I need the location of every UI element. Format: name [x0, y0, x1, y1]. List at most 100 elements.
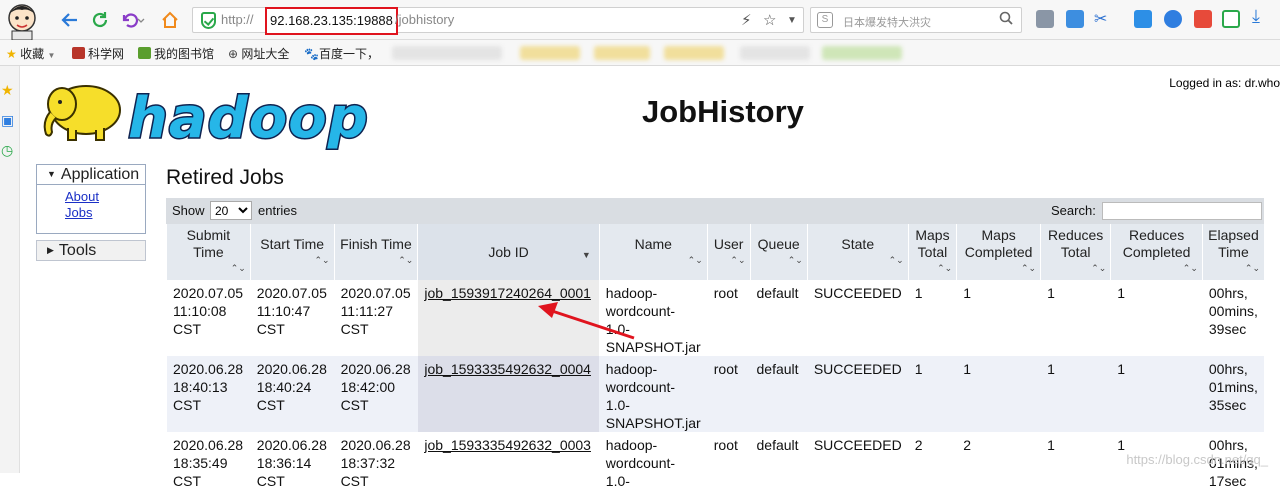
- page-size-select[interactable]: 20: [210, 201, 252, 220]
- entries-label: entries: [258, 203, 298, 218]
- sort-icon: ⌃⌄: [937, 263, 953, 273]
- translate-extension-icon[interactable]: [1066, 10, 1084, 28]
- favorites-star-icon[interactable]: ★: [1, 82, 14, 99]
- bookmarks-bar: ★ 收藏 ▼ 科学网 我的图书馆 ⊕ 网址大全 🐾百度一下，: [0, 40, 1280, 66]
- cell-job-id: job_1593917240264_0001: [417, 280, 600, 356]
- sort-icon: ⌃⌄: [1091, 263, 1107, 273]
- sort-icon: ⌃⌄: [687, 254, 703, 265]
- cell-line: 00mins,: [1208, 303, 1258, 319]
- search-input[interactable]: 日本爆发特大洪灾: [843, 14, 931, 30]
- cell-line: 18:37:32: [340, 455, 396, 471]
- cell-start-time: 2020.06.28 18:40:24 CST: [250, 356, 335, 432]
- cell-line: CST: [173, 473, 201, 489]
- undo-icon[interactable]: [118, 8, 148, 32]
- cell-line: hadoop-: [605, 437, 658, 453]
- bookmark-star-icon[interactable]: ☆: [763, 11, 776, 29]
- bookmark-baidu[interactable]: 🐾百度一下，: [304, 45, 379, 62]
- cell-reduces-completed: 1: [1110, 280, 1203, 356]
- jobs-table: Submit Time ⌃⌄ Start Time ⌃⌄ Finish Time ⌃⌄…: [166, 224, 1264, 490]
- logged-in-label: Logged in as: dr.who: [1169, 76, 1280, 90]
- cell-user: root: [707, 432, 751, 490]
- table-search-input[interactable]: [1102, 202, 1262, 220]
- col-maps-completed[interactable]: Maps Completed ⌃⌄: [956, 224, 1041, 280]
- refresh-icon[interactable]: [88, 8, 112, 32]
- cell-state: SUCCEEDED: [807, 432, 909, 490]
- download-manager-icon[interactable]: [1036, 10, 1054, 28]
- lightning-icon[interactable]: ⚡: [741, 11, 752, 29]
- history-clock-icon[interactable]: ◷: [1, 142, 13, 159]
- sort-icon: ⌃⌄: [888, 254, 904, 265]
- col-maps-total[interactable]: Maps Total ⌃⌄: [907, 224, 957, 280]
- blurred-bookmark: [664, 46, 724, 60]
- col-queue[interactable]: Queue ⌃⌄: [749, 224, 808, 280]
- triangle-down-icon: ▼: [47, 169, 56, 179]
- cell-maps-completed: 1: [956, 280, 1041, 356]
- cell-finish-time: 2020.06.28 18:37:32 CST: [334, 432, 418, 490]
- col-name[interactable]: Name ⌃⌄: [598, 224, 708, 280]
- table-controls: Show 20 entries Search:: [166, 198, 1264, 224]
- download-icon[interactable]: ⤓: [1252, 6, 1270, 26]
- col-reduces-total[interactable]: Reduces Total ⌃⌄: [1040, 224, 1111, 280]
- nav-link-about[interactable]: About: [65, 189, 145, 205]
- sort-icon: ⌃⌄: [1244, 263, 1260, 273]
- search-box[interactable]: S 日本爆发特大洪灾: [810, 7, 1022, 33]
- job-id-link[interactable]: job_1593335492632_0003: [424, 437, 591, 453]
- sort-icon: ⌃⌄: [398, 254, 414, 265]
- col-start-time[interactable]: Start Time ⌃⌄: [249, 224, 335, 280]
- browser-toolbar: http:// 92.168.23.135:19888 /jobhistory …: [0, 0, 1280, 40]
- browser-sidebar: ★ ▣ ◷: [0, 66, 20, 473]
- baidu-icon: 🐾: [304, 47, 319, 61]
- cell-name: hadoop-wordcount- 1.0- SNAPSHOT.jar: [599, 280, 708, 356]
- cell-line: 18:36:14: [256, 455, 312, 471]
- cell-reduces-total: 1: [1040, 356, 1111, 432]
- cell-line: 39sec: [1208, 321, 1247, 337]
- job-id-link[interactable]: job_1593917240264_0001: [424, 285, 591, 301]
- cell-line: wordcount-: [605, 455, 676, 471]
- blurred-bookmark: [740, 46, 810, 60]
- col-finish-time[interactable]: Finish Time ⌃⌄: [333, 224, 418, 280]
- home-icon[interactable]: [158, 8, 182, 32]
- cell-line: CST: [173, 397, 201, 413]
- cell-reduces-total: 1: [1040, 432, 1111, 490]
- back-icon[interactable]: [58, 8, 82, 32]
- col-submit-time[interactable]: Submit Time ⌃⌄: [166, 224, 251, 280]
- cell-reduces-total: 1: [1040, 280, 1111, 356]
- reading-icon[interactable]: ▣: [1, 112, 14, 129]
- cell-queue: default: [750, 432, 808, 490]
- cell-line: SNAPSHOT.jar: [605, 339, 701, 355]
- cell-line: 11:10:47: [256, 303, 311, 319]
- bookmark-site-directory[interactable]: ⊕ 网址大全: [228, 45, 289, 62]
- puzzle-extension-icon[interactable]: [1164, 10, 1182, 28]
- cell-user: root: [707, 356, 751, 432]
- red-extension-icon[interactable]: [1194, 10, 1212, 28]
- bookmark-kexuewang[interactable]: 科学网: [72, 45, 124, 62]
- cell-line: 1.0-: [605, 321, 630, 337]
- col-user[interactable]: User ⌃⌄: [706, 224, 751, 280]
- section-title: Retired Jobs: [166, 166, 284, 189]
- site-icon: [72, 47, 85, 59]
- scissors-icon[interactable]: ✂: [1094, 9, 1112, 28]
- col-state[interactable]: State ⌃⌄: [806, 224, 909, 280]
- col-job-id[interactable]: Job ID ▼: [417, 224, 600, 280]
- hadoop-logo-text: hadoop: [127, 85, 370, 153]
- bookmark-favorites[interactable]: ★ 收藏 ▼: [6, 45, 55, 62]
- col-reduces-completed[interactable]: Reduces Completed ⌃⌄: [1110, 224, 1203, 280]
- green-extension-icon[interactable]: [1222, 10, 1240, 28]
- bookmark-library[interactable]: 我的图书馆: [138, 45, 214, 62]
- search-icon[interactable]: [999, 11, 1013, 29]
- cell-name: hadoop-wordcount- 1.0- SNAPSHOT.jar: [599, 356, 708, 432]
- table-row: 2020.07.05 11:10:08 CST 2020.07.05 11:10:47 C…: [166, 280, 1264, 356]
- avatar-icon[interactable]: [2, 0, 42, 40]
- col-elapsed-time[interactable]: Elapsed Time ⌃⌄: [1201, 224, 1264, 280]
- window-extension-icon[interactable]: [1134, 10, 1152, 28]
- cell-line: CST: [256, 321, 285, 337]
- nav-tools-header[interactable]: ▶ Tools: [36, 240, 146, 261]
- cell-line: 18:40:13: [173, 379, 228, 395]
- page-title: JobHistory: [642, 94, 804, 129]
- sort-desc-icon: ▼: [581, 250, 591, 260]
- address-bar[interactable]: http:// 92.168.23.135:19888 /jobhistory …: [192, 7, 804, 35]
- chevron-down-icon[interactable]: ▼: [787, 15, 797, 26]
- nav-application-header[interactable]: ▼ Application: [36, 164, 146, 185]
- nav-link-jobs[interactable]: Jobs: [65, 205, 145, 221]
- job-id-link[interactable]: job_1593335492632_0004: [424, 361, 591, 377]
